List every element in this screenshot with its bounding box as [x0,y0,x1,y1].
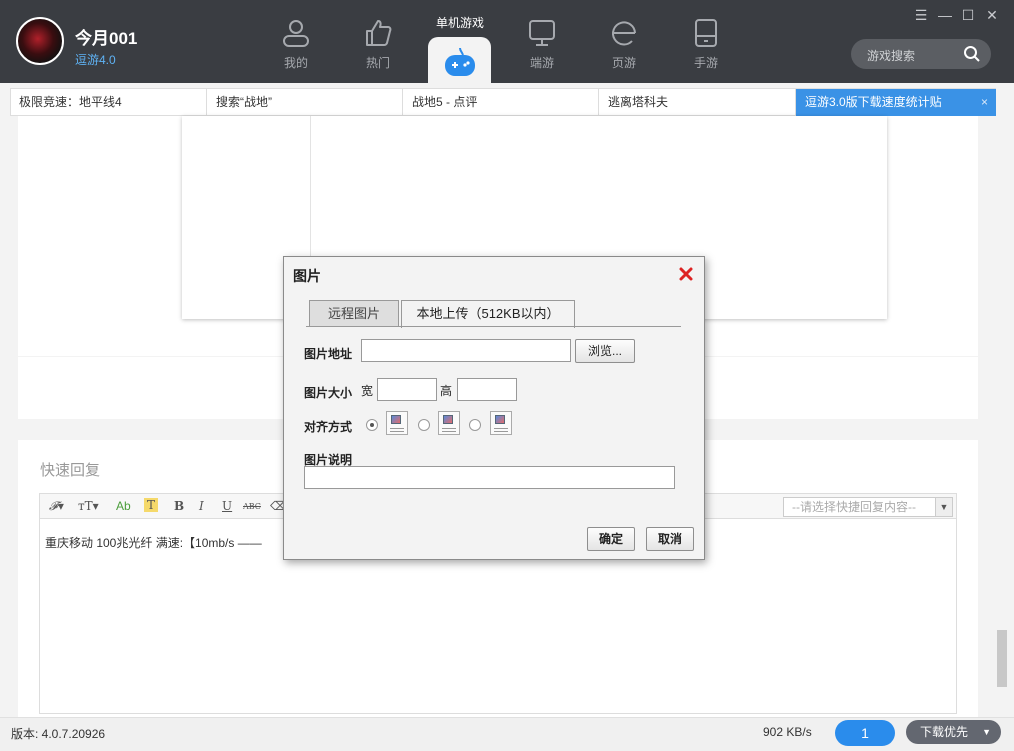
bold-icon[interactable]: B [174,499,184,513]
quick-reply-select[interactable]: --请选择快捷回复内容-- ▼ [783,497,953,517]
highlight-icon[interactable]: T [144,498,159,512]
image-desc-field[interactable] [304,466,675,489]
maximize-icon[interactable]: ☐ [960,7,976,23]
tab-active-label: 逗游3.0版下载速度统计贴 [805,95,942,109]
scrollbar-thumb[interactable] [997,630,1007,687]
search-placeholder: 游戏搜索 [867,49,916,63]
browser-e-icon [612,21,636,46]
align-right-icon[interactable] [490,411,512,435]
nav-mine[interactable]: 我的 [271,18,321,76]
underline-icon[interactable]: U [222,499,232,513]
image-url-label: 图片地址 [304,347,353,361]
scrollbar-track[interactable] [995,116,1009,717]
download-priority-label: 下载优先 [920,725,969,739]
height-field[interactable] [457,378,517,401]
tab-battlefield5-review[interactable]: 战地5 - 点评 [404,89,599,115]
quick-reply-select-value: --请选择快捷回复内容-- [792,500,916,514]
editor-text: 重庆移动 100兆光纤 满速:【10mb/s —— [45,536,262,550]
italic-icon[interactable]: I [199,499,204,513]
tab-divider [306,326,681,327]
tab-strip: 极限竞速：地平线4 搜索“战地” 战地5 - 点评 逃离塔科夫 逗游3.0版下载… [10,88,996,116]
align-center-icon[interactable] [438,411,460,435]
font-color-icon[interactable]: Ab [116,499,131,513]
close-icon[interactable]: ✕ [984,7,1000,23]
thumbs-up-icon [366,20,392,46]
image-size-label: 图片大小 [304,386,353,400]
nav-client-game-label: 端游 [529,56,554,70]
quick-reply-title: 快速回复 [40,462,101,479]
strikethrough-icon[interactable]: ABC [243,502,261,511]
tab-forza[interactable]: 极限竞速：地平线4 [11,89,207,115]
browse-button[interactable]: 浏览... [575,339,635,363]
nav-hot-label: 热门 [365,56,390,70]
minimize-icon[interactable]: — [937,7,953,23]
tablet-icon [695,19,717,47]
version-text: 版本: 4.0.7.20926 [11,727,106,741]
font-size-icon[interactable]: тT▾ [78,499,99,513]
nav-mobile-game-label: 手游 [693,56,718,70]
download-speed: 902 KB/s [763,725,812,739]
menu-icon[interactable]: ☰ [913,7,929,23]
align-label: 对齐方式 [304,420,353,434]
nav-web-game[interactable]: 页游 [599,18,649,76]
dialog-title: 图片 [293,268,321,284]
search-icon[interactable] [963,45,981,63]
user-icon [283,20,309,47]
chevron-down-icon[interactable]: ▼ [935,498,952,516]
avatar[interactable] [16,17,64,65]
nav-hot[interactable]: 热门 [353,18,403,76]
nav-client-game[interactable]: 端游 [517,18,567,76]
align-left-icon[interactable] [386,411,408,435]
width-field[interactable] [377,378,437,401]
download-count-badge[interactable]: 1 [835,720,895,746]
ok-button[interactable]: 确定 [587,527,635,551]
nav-mine-label: 我的 [283,56,308,70]
align-radio-left[interactable] [366,419,378,431]
cancel-button[interactable]: 取消 [646,527,694,551]
gamepad-icon [445,47,475,76]
align-radio-center[interactable] [418,419,430,431]
app-version-link[interactable]: 逗游4.0 [75,51,116,68]
tab-close-icon[interactable]: × [981,89,988,115]
download-priority-button[interactable]: 下载优先 ▼ [906,720,1001,744]
tab-tarkov[interactable]: 逃离塔科夫 [600,89,796,115]
tab-local-upload[interactable]: 本地上传（512KB以内） [401,300,575,328]
image-url-field[interactable] [361,339,571,362]
monitor-icon [529,20,555,46]
height-label: 高 [440,384,453,398]
chevron-down-icon: ▼ [982,727,991,737]
font-family-icon[interactable]: 𝓕▾ [49,499,64,514]
search-input[interactable]: 游戏搜索 [851,39,991,69]
width-label: 宽 [361,384,374,398]
align-radio-right[interactable] [469,419,481,431]
tab-download-speed-thread[interactable]: 逗游3.0版下载速度统计贴 × [796,89,996,116]
nav-web-game-label: 页游 [611,56,636,70]
username[interactable]: 今月001 [75,24,137,49]
tab-remote-image[interactable]: 远程图片 [309,300,399,327]
close-icon[interactable] [678,266,694,282]
nav-mobile-game[interactable]: 手游 [681,18,731,76]
tab-search-battlefield[interactable]: 搜索“战地” [208,89,403,115]
nav-single-game-label: 单机游戏 [435,16,484,30]
